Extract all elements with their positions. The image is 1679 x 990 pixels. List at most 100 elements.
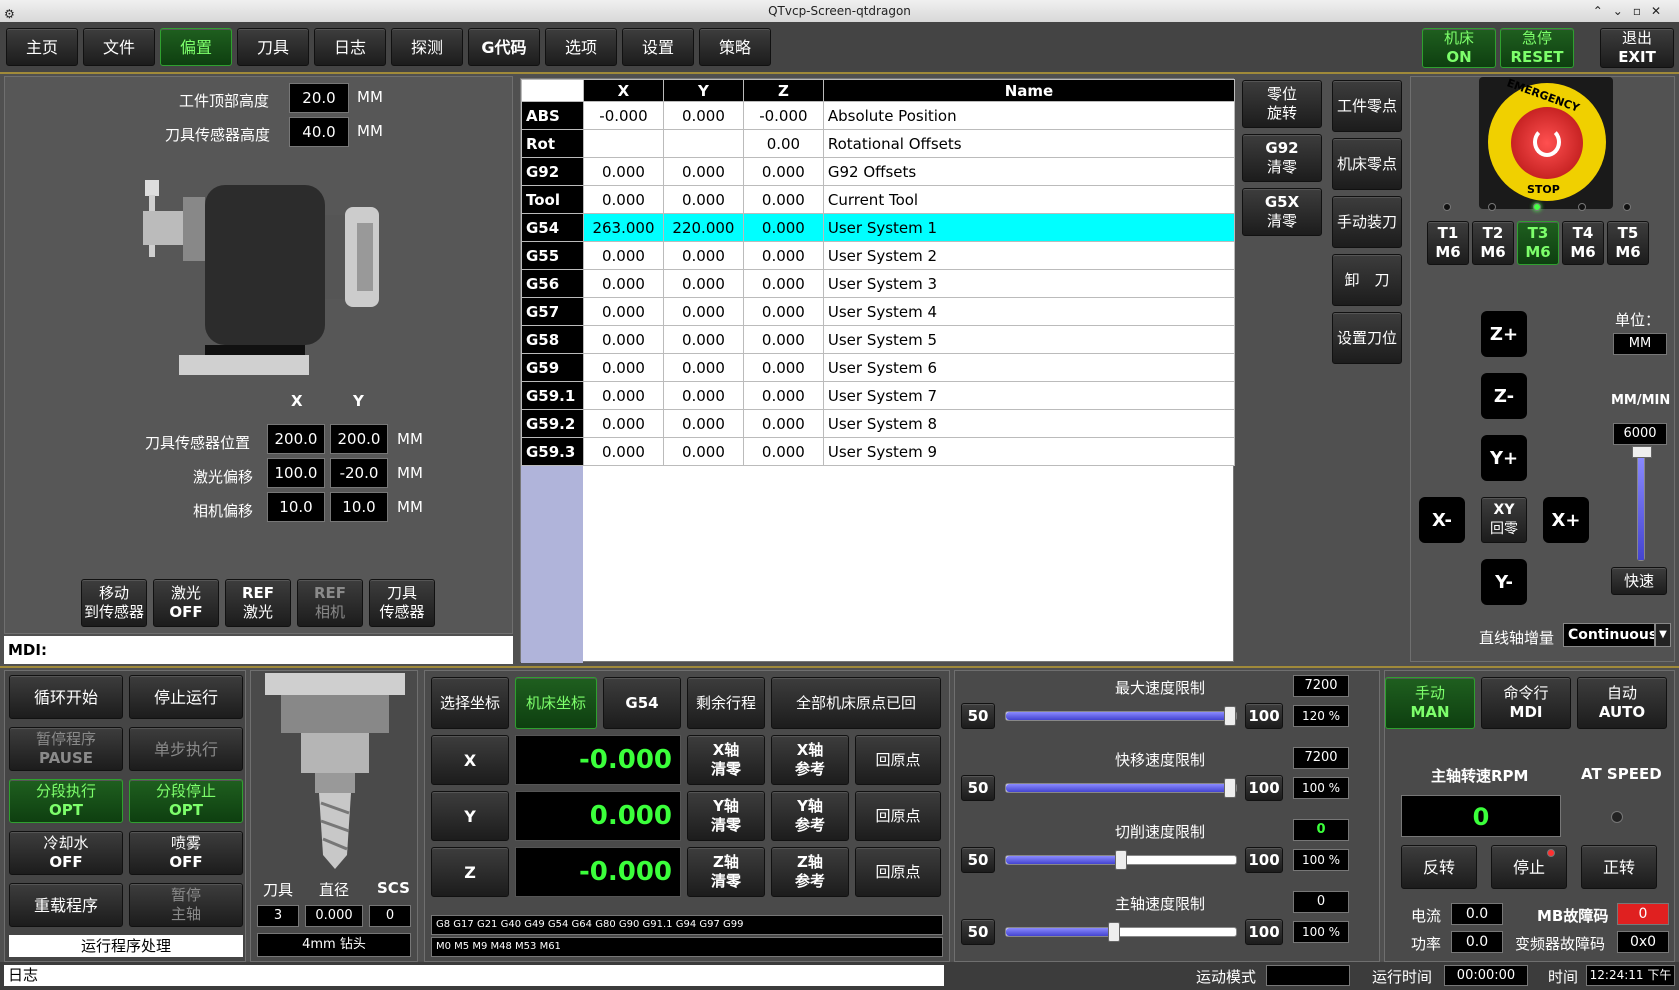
table-cell[interactable] bbox=[662, 129, 744, 158]
jog-rate-slider[interactable] bbox=[1632, 446, 1652, 561]
axis-x-home-button[interactable]: 回原点 bbox=[855, 735, 941, 785]
table-cell[interactable]: User System 1 bbox=[822, 213, 1236, 242]
table-row[interactable]: G59.2 0.000 0.000 0.000 User System 8 bbox=[521, 409, 1236, 438]
camera-offset-y-input[interactable]: 10.0 bbox=[330, 492, 388, 522]
table-cell[interactable]: User System 2 bbox=[822, 241, 1236, 270]
table-cell[interactable]: 0.000 bbox=[662, 381, 744, 410]
table-cell[interactable]: User System 3 bbox=[822, 269, 1236, 298]
override-0-max-button[interactable]: 100 bbox=[1245, 703, 1283, 729]
table-cell[interactable]: User System 5 bbox=[822, 325, 1236, 354]
pause-spindle-button[interactable]: 暂停 主轴 bbox=[129, 883, 243, 927]
exit-button[interactable]: 退出 EXIT bbox=[1600, 28, 1674, 68]
mdi-input[interactable]: MDI: bbox=[4, 636, 513, 664]
tab-3[interactable]: 刀具 bbox=[237, 28, 309, 66]
override-3-slider[interactable] bbox=[1005, 922, 1237, 942]
table-cell[interactable]: Absolute Position bbox=[822, 101, 1236, 130]
dtg-button[interactable]: 剩余行程 bbox=[687, 677, 765, 729]
table-row[interactable]: Rot 0.00 Rotational Offsets bbox=[521, 129, 1236, 158]
table-cell[interactable]: 0.000 bbox=[742, 325, 824, 354]
offsets-table[interactable]: X Y Z Name ABS -0.000 0.000 -0.000 Absolute Pos… bbox=[521, 79, 1236, 466]
table-cell[interactable]: 263.000 bbox=[582, 213, 664, 242]
zero-rotation-button[interactable]: 零位 旋转 bbox=[1242, 80, 1322, 128]
table-cell[interactable]: User System 7 bbox=[822, 381, 1236, 410]
axis-z-select-button[interactable]: Z bbox=[431, 847, 509, 897]
table-cell[interactable]: 220.000 bbox=[662, 213, 744, 242]
sensor-pos-y-input[interactable]: 200.0 bbox=[330, 424, 388, 454]
table-cell[interactable]: 0.000 bbox=[582, 437, 664, 466]
table-cell[interactable]: 0.000 bbox=[582, 185, 664, 214]
table-cell[interactable]: 0.000 bbox=[582, 325, 664, 354]
estop-reset-button[interactable]: 急停 RESET bbox=[1500, 28, 1574, 68]
table-cell[interactable]: 0.000 bbox=[582, 269, 664, 298]
table-cell[interactable]: 0.000 bbox=[662, 297, 744, 326]
override-2-slider[interactable] bbox=[1005, 850, 1237, 870]
override-0-min-button[interactable]: 50 bbox=[961, 703, 995, 729]
optional-stop-button[interactable]: 分段停止 OPT bbox=[129, 779, 243, 823]
table-cell[interactable]: 0.000 bbox=[582, 381, 664, 410]
run-handler-field[interactable]: 运行程序处理 bbox=[9, 935, 243, 957]
table-cell[interactable]: 0.000 bbox=[582, 409, 664, 438]
table-cell[interactable]: 0.000 bbox=[742, 409, 824, 438]
pause-button[interactable]: 暂停程序 PAUSE bbox=[9, 727, 123, 771]
move-to-sensor-button[interactable]: 移动 到传感器 bbox=[81, 579, 147, 627]
table-row[interactable]: G55 0.000 0.000 0.000 User System 2 bbox=[521, 241, 1236, 270]
table-cell[interactable]: 0.000 bbox=[742, 381, 824, 410]
table-cell[interactable]: 0.000 bbox=[582, 297, 664, 326]
ref-laser-button[interactable]: REF 激光 bbox=[225, 579, 291, 627]
workpiece-top-input[interactable]: 20.0 bbox=[289, 83, 349, 113]
machine-zero-button[interactable]: 机床零点 bbox=[1332, 138, 1402, 190]
sensor-height-input[interactable]: 40.0 bbox=[289, 117, 349, 147]
table-row[interactable]: G56 0.000 0.000 0.000 User System 3 bbox=[521, 269, 1236, 298]
mist-button[interactable]: 喷雾 OFF bbox=[129, 831, 243, 875]
laser-offset-x-input[interactable]: 100.0 bbox=[267, 458, 325, 488]
table-cell[interactable]: 0.000 bbox=[742, 241, 824, 270]
tab-1[interactable]: 文件 bbox=[83, 28, 155, 66]
g5x-clear-button[interactable]: G5X 清零 bbox=[1242, 188, 1322, 236]
tool-2-button[interactable]: T2 M6 bbox=[1472, 221, 1514, 265]
override-2-handle[interactable] bbox=[1115, 850, 1127, 870]
axis-x-select-button[interactable]: X bbox=[431, 735, 509, 785]
spindle-stop-button[interactable]: 停止 bbox=[1491, 845, 1567, 889]
override-1-handle[interactable] bbox=[1224, 778, 1236, 798]
override-1-max-button[interactable]: 100 bbox=[1245, 775, 1283, 801]
tool-3-button[interactable]: T3 M6 bbox=[1517, 221, 1559, 265]
table-row[interactable]: G54 263.000 220.000 0.000 User System 1 bbox=[521, 213, 1236, 242]
axis-x-ref-button[interactable]: X轴 参考 bbox=[771, 735, 849, 785]
table-cell[interactable]: 0.000 bbox=[662, 325, 744, 354]
axis-y-zero-button[interactable]: Y轴 清零 bbox=[687, 791, 765, 841]
table-cell[interactable]: 0.000 bbox=[582, 241, 664, 270]
table-cell[interactable]: -0.000 bbox=[582, 101, 664, 130]
table-cell[interactable]: User System 6 bbox=[822, 353, 1236, 382]
tab-7[interactable]: 选项 bbox=[545, 28, 617, 66]
tool-1-button[interactable]: T1 M6 bbox=[1427, 221, 1469, 265]
table-cell[interactable]: 0.00 bbox=[742, 129, 824, 158]
select-coord-button[interactable]: 选择坐标 bbox=[431, 677, 509, 729]
machine-on-button[interactable]: 机床 ON bbox=[1422, 28, 1496, 68]
machine-coord-button[interactable]: 机床坐标 bbox=[515, 677, 597, 729]
tool-4-button[interactable]: T4 M6 bbox=[1562, 221, 1604, 265]
table-cell[interactable]: 0.000 bbox=[662, 241, 744, 270]
unload-tool-button[interactable]: 卸 刀 bbox=[1332, 254, 1402, 306]
tab-5[interactable]: 探测 bbox=[391, 28, 463, 66]
table-cell[interactable]: 0.000 bbox=[662, 157, 744, 186]
table-cell[interactable]: 0.000 bbox=[662, 185, 744, 214]
table-cell[interactable]: 0.000 bbox=[742, 297, 824, 326]
tool-sensor-button[interactable]: 刀具 传感器 bbox=[369, 579, 435, 627]
spindle-forward-button[interactable]: 正转 bbox=[1581, 845, 1657, 889]
table-cell[interactable]: 0.000 bbox=[742, 437, 824, 466]
single-step-button[interactable]: 单步执行 bbox=[129, 727, 243, 771]
jog-z-minus-button[interactable]: Z- bbox=[1481, 373, 1527, 419]
override-3-max-button[interactable]: 100 bbox=[1245, 919, 1283, 945]
tab-4[interactable]: 日志 bbox=[314, 28, 386, 66]
jog-y-plus-button[interactable]: Y+ bbox=[1481, 435, 1527, 481]
tab-6[interactable]: G代码 bbox=[468, 28, 540, 66]
table-row[interactable]: G59.3 0.000 0.000 0.000 User System 9 bbox=[521, 437, 1236, 466]
tool-5-button[interactable]: T5 M6 bbox=[1607, 221, 1649, 265]
axis-z-home-button[interactable]: 回原点 bbox=[855, 847, 941, 897]
table-row[interactable]: G58 0.000 0.000 0.000 User System 5 bbox=[521, 325, 1236, 354]
axis-y-ref-button[interactable]: Y轴 参考 bbox=[771, 791, 849, 841]
override-3-min-button[interactable]: 50 bbox=[961, 919, 995, 945]
table-cell[interactable]: User System 9 bbox=[822, 437, 1236, 466]
table-cell[interactable]: 0.000 bbox=[742, 353, 824, 382]
increment-select[interactable]: Continuous bbox=[1563, 623, 1655, 647]
